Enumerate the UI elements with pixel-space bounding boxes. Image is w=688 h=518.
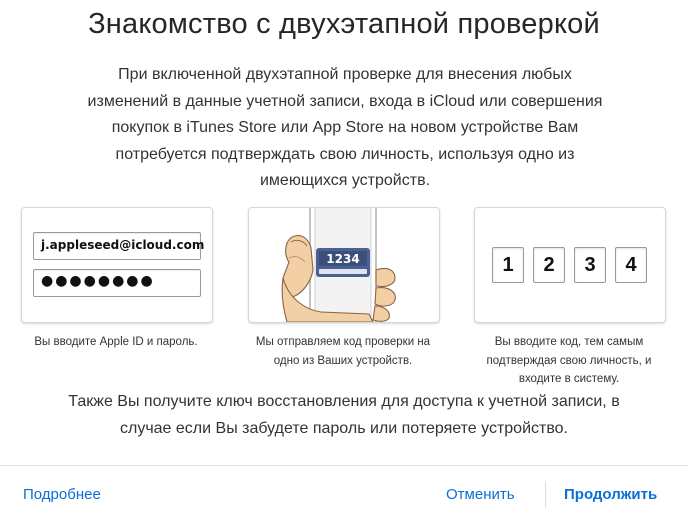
apple-id-value: j.appleseed@icloud.com bbox=[41, 238, 205, 252]
code-digit: 4 bbox=[615, 247, 647, 283]
password-mask: ●●●●●●●● bbox=[41, 273, 155, 289]
intro-text: При включенной двухэтапной проверке для … bbox=[72, 62, 618, 195]
outro-line: случае если Вы забудете пароль или потер… bbox=[119, 419, 568, 437]
recovery-key-text: Также Вы получите ключ восстановления дл… bbox=[24, 389, 664, 442]
phone-code-text: 1234 bbox=[326, 252, 359, 266]
intro-line: потребуется подтверждать свою личность, … bbox=[115, 145, 575, 163]
caption-line: входите в систему. bbox=[518, 373, 620, 385]
intro-line: покупок в iTunes Store или App Store на … bbox=[111, 119, 579, 136]
step-card-enter-code: 1 2 3 4 bbox=[474, 207, 666, 323]
cancel-button[interactable]: Отменить bbox=[446, 486, 515, 503]
dialog-title: Знакомство с двухэтапной проверкой bbox=[88, 8, 600, 40]
step-card-send-code: 1234 bbox=[248, 207, 440, 323]
step-caption-send-code: Мы отправляем код проверки на одно из Ва… bbox=[236, 333, 450, 370]
step-card-enter-credentials: j.appleseed@icloud.com ●●●●●●●● bbox=[21, 207, 213, 323]
caption-line: одно из Ваших устройств. bbox=[273, 354, 413, 367]
code-digit: 1 bbox=[492, 247, 524, 283]
continue-button[interactable]: Продолжить bbox=[564, 486, 657, 503]
hand-holding-phone-illustration: 1234 bbox=[281, 208, 396, 322]
outro-line: Также Вы получите ключ восстановления дл… bbox=[68, 393, 620, 410]
step-caption-enter-code: Вы вводите код, тем самым подтверждая св… bbox=[466, 333, 672, 389]
step-caption-credentials: Вы вводите Apple ID и пароль. bbox=[16, 333, 216, 352]
learn-more-link[interactable]: Подробнее bbox=[23, 486, 101, 503]
footer-button-separator bbox=[545, 481, 546, 508]
intro-line: имеющихся устройств. bbox=[259, 172, 431, 189]
code-digit: 2 bbox=[533, 247, 565, 283]
password-field-illustration: ●●●●●●●● bbox=[33, 269, 201, 297]
intro-line: изменений в данные учетной записи, входа… bbox=[87, 92, 603, 110]
apple-id-field-illustration: j.appleseed@icloud.com bbox=[33, 232, 205, 260]
caption-line: Вы вводите Apple ID и пароль. bbox=[34, 336, 198, 348]
caption-line: Мы отправляем код проверки на bbox=[255, 336, 431, 348]
caption-line: подтверждая свою личность, и bbox=[486, 354, 652, 367]
footer-divider bbox=[0, 465, 688, 466]
intro-line: При включенной двухэтапной проверке для … bbox=[118, 66, 572, 83]
code-digit: 3 bbox=[574, 247, 606, 283]
caption-line: Вы вводите код, тем самым bbox=[494, 336, 644, 348]
